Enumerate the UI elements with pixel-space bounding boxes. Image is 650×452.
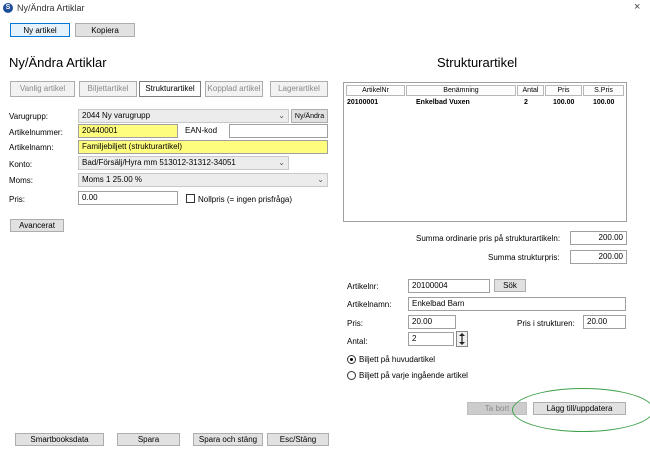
radio-varje-artikel-label: Biljett på varje ingående artikel — [359, 371, 468, 380]
new-article-button[interactable]: Ny artikel — [10, 23, 70, 37]
antal-spinner[interactable] — [456, 331, 468, 347]
tab-biljettartikel[interactable]: Biljettartikel — [79, 81, 137, 97]
tab-lagerartikel[interactable]: Lagerartikel — [270, 81, 328, 97]
cell-antal: 2 — [524, 99, 528, 106]
chevron-down-icon: ⌄ — [278, 111, 285, 120]
avancerat-button[interactable]: Avancerat — [10, 219, 64, 232]
spara-och-stang-button[interactable]: Spara och stäng — [193, 433, 263, 446]
radio-huvudartikel-label: Biljett på huvudartikel — [359, 355, 436, 364]
moms-select[interactable]: Moms 1 25.00 % ⌄ — [78, 173, 328, 187]
konto-label: Konto: — [9, 160, 33, 169]
up-down-arrow-icon — [459, 333, 465, 345]
artikelnummer-label: Artikelnummer: — [9, 128, 63, 137]
cell-pris: 100.00 — [553, 99, 575, 106]
nollpris-label: Nollpris (= ingen prisfråga) — [198, 195, 293, 204]
nollpris-checkbox[interactable] — [186, 194, 195, 203]
ean-label: EAN-kod — [185, 126, 218, 135]
structure-grid[interactable]: ArtikelNr Benämning Antal Pris S.Pris 20… — [343, 82, 627, 222]
smartbooksdata-button[interactable]: Smartbooksdata — [15, 433, 104, 446]
detail-artikelnamn-field[interactable]: Enkelbad Barn — [408, 297, 626, 311]
summa-ordinarie-label: Summa ordinarie pris på strukturartikeln… — [416, 234, 561, 243]
pris-label: Pris: — [9, 195, 25, 204]
ean-field[interactable] — [229, 124, 328, 138]
detail-pris-label: Pris: — [347, 319, 363, 328]
detail-artikelnamn-label: Artikelnamn: — [347, 300, 392, 309]
detail-artikelnr-field[interactable]: 20100004 — [408, 279, 490, 293]
cell-spris: 100.00 — [593, 99, 615, 106]
chevron-down-icon: ⌄ — [278, 158, 285, 167]
highlight-ellipse — [512, 388, 650, 432]
app-logo-icon: S — [3, 3, 13, 13]
detail-antal-label: Antal: — [347, 337, 368, 346]
varugrupp-label: Varugrupp: — [9, 112, 48, 121]
moms-value: Moms 1 25.00 % — [82, 175, 143, 184]
detail-pris-field[interactable]: 20.00 — [408, 315, 456, 329]
tab-strukturartikel[interactable]: Strukturartikel — [139, 81, 201, 97]
sok-button[interactable]: Sök — [494, 279, 526, 292]
tab-kopplad-artikel[interactable]: Kopplad artikel — [205, 81, 263, 97]
detail-artikelnr-label: Artikelnr: — [347, 282, 379, 291]
summa-ordinarie-field: 200.00 — [570, 231, 627, 245]
artikelnamn-label: Artikelnamn: — [9, 143, 54, 152]
window-title: Ny/Ändra Artiklar — [17, 3, 85, 13]
moms-label: Moms: — [9, 176, 33, 185]
varugrupp-select[interactable]: 2044 Ny varugrupp ⌄ — [78, 109, 289, 123]
pris-i-strukturen-label: Pris i strukturen: — [517, 319, 575, 328]
tab-vanlig-artikel[interactable]: Vanlig artikel — [10, 81, 75, 97]
konto-value: Bad/Försälj/Hyra mm 513012-31312-34051 — [82, 158, 236, 167]
ny-andra-button[interactable]: Ny/Ändra — [291, 109, 328, 123]
pris-field[interactable]: 0.00 — [78, 191, 178, 205]
summa-struktur-label: Summa strukturpris: — [488, 253, 560, 262]
section-title: Strukturartikel — [437, 55, 518, 70]
artikelnummer-field[interactable]: 20440001 — [78, 124, 178, 138]
summa-struktur-field: 200.00 — [570, 250, 627, 264]
grid-header-antal[interactable]: Antal — [517, 85, 544, 96]
chevron-down-icon: ⌄ — [317, 175, 324, 184]
cell-benamning: Enkelbad Vuxen — [416, 99, 470, 106]
title-bar — [0, 0, 650, 17]
grid-header-pris[interactable]: Pris — [545, 85, 582, 96]
grid-header-spris[interactable]: S.Pris — [583, 85, 624, 96]
spara-button[interactable]: Spara — [117, 433, 180, 446]
cell-artikelnr: 20100001 — [347, 99, 379, 106]
pris-i-strukturen-field[interactable]: 20.00 — [583, 315, 626, 329]
page-title: Ny/Ändra Artiklar — [9, 55, 107, 70]
esc-stang-button[interactable]: Esc/Stäng — [267, 433, 329, 446]
radio-huvudartikel[interactable] — [347, 355, 356, 364]
antal-field[interactable]: 2 — [408, 332, 454, 346]
grid-header-artikelnr[interactable]: ArtikelNr — [346, 85, 405, 96]
artikelnamn-field[interactable]: Familjebiljett (strukturartikel) — [78, 140, 328, 154]
grid-header-benamning[interactable]: Benämning — [406, 85, 516, 96]
close-icon[interactable]: × — [634, 1, 640, 13]
copy-button[interactable]: Kopiera — [75, 23, 135, 37]
varugrupp-value: 2044 Ny varugrupp — [82, 111, 151, 120]
konto-select[interactable]: Bad/Försälj/Hyra mm 513012-31312-34051 ⌄ — [78, 156, 289, 170]
radio-varje-artikel[interactable] — [347, 371, 356, 380]
